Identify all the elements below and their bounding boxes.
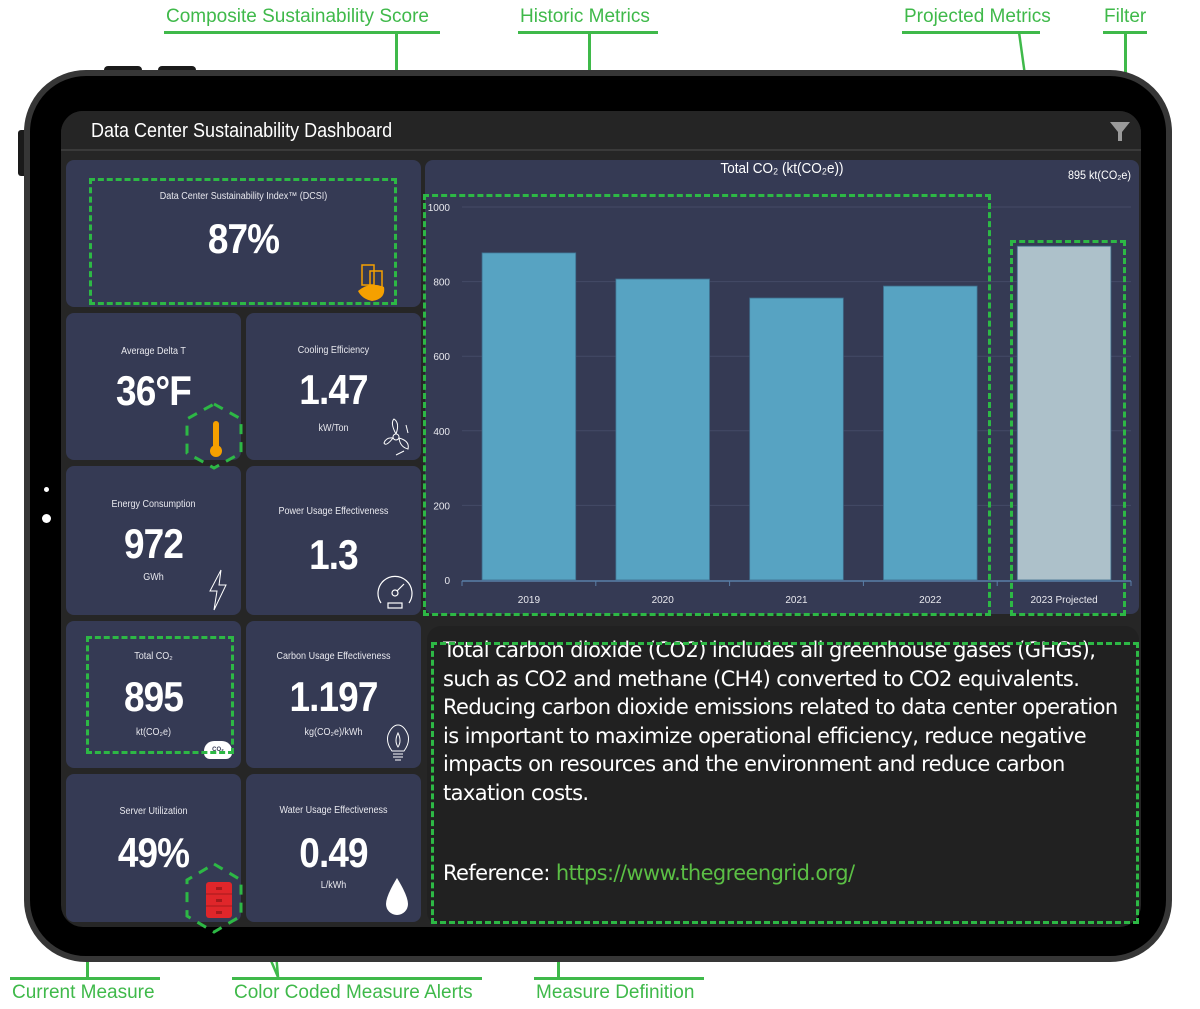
callout-current-measure: Current Measure	[12, 982, 155, 1003]
highlight-projected-metrics	[1010, 240, 1126, 616]
callout-underline	[10, 977, 160, 980]
callout-composite-score: Composite Sustainability Score	[166, 6, 429, 27]
metric-value: 0.49	[299, 829, 368, 876]
highlight-current-measure	[86, 636, 234, 754]
callout-measure-definition: Measure Definition	[536, 982, 695, 1003]
tablet-sensor-dot	[44, 487, 49, 492]
page-title: Data Center Sustainability Dashboard	[91, 120, 393, 142]
fan-icon	[383, 418, 409, 456]
metric-label: Cooling Efficiency	[297, 345, 370, 356]
dashboard-header: Data Center Sustainability Dashboard	[61, 111, 1141, 151]
highlight-measure-definition	[431, 642, 1139, 924]
filter-funnel-icon[interactable]	[1109, 120, 1131, 142]
water-drop-icon	[386, 878, 408, 915]
metric-value: 1.197	[289, 673, 378, 720]
metric-label: Water Usage Effectiveness	[279, 805, 388, 816]
metric-label: Power Usage Effectiveness	[278, 506, 389, 517]
callout-projected-metrics: Projected Metrics	[904, 6, 1051, 27]
speedometer-icon	[377, 575, 413, 609]
metric-value: 972	[123, 520, 184, 567]
metric-card-power-usage-effectiveness[interactable]: Power Usage Effectiveness 1.3	[246, 466, 421, 615]
metric-label: Average Delta T	[121, 346, 186, 357]
metric-value: 1.47	[299, 366, 368, 413]
callout-color-coded-alerts: Color Coded Measure Alerts	[234, 982, 473, 1003]
metric-card-carbon-usage-effectiveness[interactable]: Carbon Usage Effectiveness 1.197 kg(CO₂e…	[246, 621, 421, 768]
callout-underline	[164, 31, 440, 34]
metric-card-cooling-efficiency[interactable]: Cooling Efficiency 1.47 kW/Ton	[246, 313, 421, 460]
highlight-composite-score	[89, 178, 397, 305]
metric-label: Carbon Usage Effectiveness	[276, 651, 391, 662]
metric-card-water-usage-effectiveness[interactable]: Water Usage Effectiveness 0.49 L/kWh	[246, 774, 421, 922]
tablet-camera-dot	[42, 514, 51, 523]
metric-label: Energy Consumption	[111, 499, 196, 510]
metric-card-energy-consumption[interactable]: Energy Consumption 972 GWh	[66, 466, 241, 615]
highlight-alert-hexagon	[185, 862, 243, 934]
callout-filter: Filter	[1104, 6, 1147, 27]
lightning-icon	[209, 569, 227, 611]
lightbulb-flame-icon	[387, 724, 409, 761]
highlight-historic-metrics	[423, 194, 991, 616]
highlight-alert-hexagon	[185, 402, 243, 470]
metric-label: Server Utilization	[119, 806, 188, 817]
callout-historic-metrics: Historic Metrics	[520, 6, 650, 27]
